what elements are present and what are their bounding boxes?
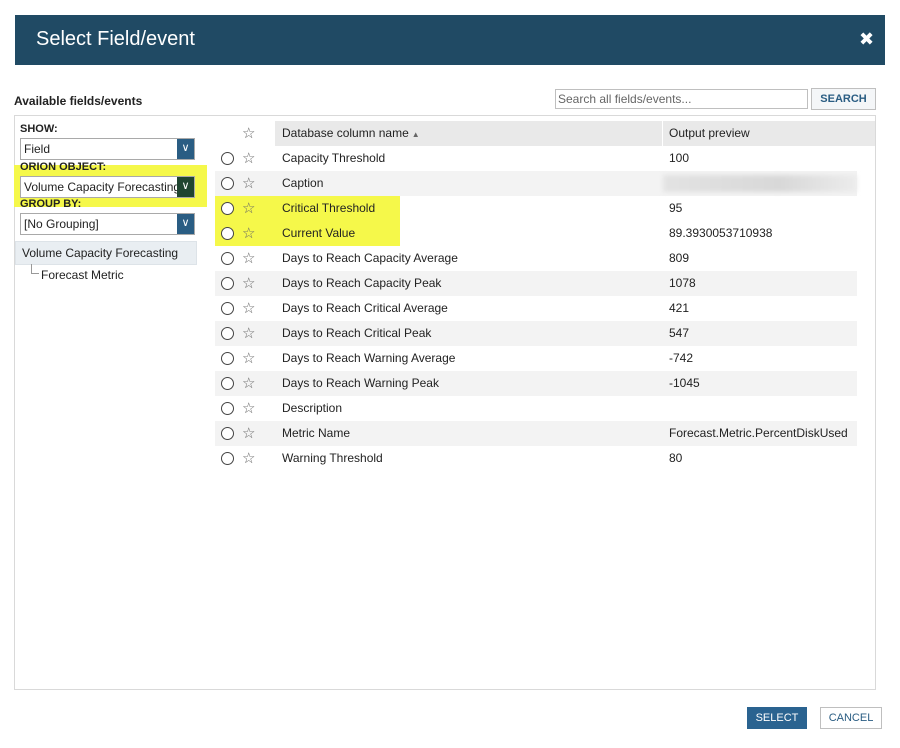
column-header-name-label: Database column name <box>282 126 409 140</box>
orion-object-select[interactable]: Volume Capacity Forecasting ∨ <box>20 176 195 198</box>
row-radio[interactable] <box>221 227 234 240</box>
row-radio[interactable] <box>221 277 234 290</box>
sort-ascending-icon: ▲ <box>411 130 420 139</box>
row-radio[interactable] <box>221 452 234 465</box>
star-icon[interactable]: ☆ <box>242 449 255 467</box>
row-radio[interactable] <box>221 252 234 265</box>
star-icon[interactable]: ☆ <box>242 174 255 192</box>
row-preview: Forecast.Metric.PercentDiskUsed <box>669 426 848 440</box>
star-icon[interactable]: ☆ <box>242 149 255 167</box>
row-preview: 89.3930053710938 <box>669 226 773 240</box>
row-name: Description <box>282 401 343 415</box>
select-button[interactable]: SELECT <box>747 707 807 729</box>
show-select[interactable]: Field ∨ <box>20 138 195 160</box>
show-select-value: Field <box>24 142 51 156</box>
tree-item-volume-capacity-forecasting[interactable]: Volume Capacity Forecasting <box>15 241 197 265</box>
row-name: Days to Reach Critical Peak <box>282 326 432 340</box>
row-radio[interactable] <box>221 177 234 190</box>
row-name: Days to Reach Warning Peak <box>282 376 439 390</box>
row-preview: -742 <box>669 351 694 365</box>
table-row[interactable]: ☆ Current Value 89.3930053710938 <box>215 221 857 246</box>
group-by-select-value: [No Grouping] <box>24 217 99 231</box>
chevron-down-icon: ∨ <box>177 214 194 234</box>
available-fields-label: Available fields/events <box>14 94 143 108</box>
row-radio[interactable] <box>221 202 234 215</box>
search-input[interactable] <box>555 89 808 109</box>
row-name: Critical Threshold <box>282 201 376 215</box>
chevron-down-icon: ∨ <box>177 177 194 197</box>
row-name: Caption <box>282 176 324 190</box>
star-icon[interactable]: ☆ <box>242 224 255 242</box>
row-name: Days to Reach Critical Average <box>282 301 448 315</box>
row-name: Metric Name <box>282 426 351 440</box>
table-row[interactable]: ☆ Days to Reach Warning Peak -1045 <box>215 371 857 396</box>
table-row[interactable]: ☆ Caption <box>215 171 857 196</box>
blurred-preview <box>663 175 857 192</box>
row-name: Warning Threshold <box>282 451 383 465</box>
row-preview: -1045 <box>669 376 700 390</box>
row-radio[interactable] <box>221 327 234 340</box>
table-row[interactable]: ☆ Metric Name Forecast.Metric.PercentDiskU… <box>215 421 857 446</box>
row-radio[interactable] <box>221 152 234 165</box>
star-icon[interactable]: ☆ <box>242 424 255 442</box>
row-preview: 547 <box>669 326 690 340</box>
row-preview: 421 <box>669 301 690 315</box>
orion-object-select-value: Volume Capacity Forecasting <box>24 180 181 194</box>
row-preview: 100 <box>669 151 690 165</box>
row-name: Capacity Threshold <box>282 151 386 165</box>
table-row[interactable]: ☆ Critical Threshold 95 <box>215 196 857 221</box>
table-row[interactable]: ☆ Days to Reach Critical Average 421 <box>215 296 857 321</box>
table-row[interactable]: ☆ Days to Reach Critical Peak 547 <box>215 321 857 346</box>
grid-header: ☆ Database column name ▲ Output preview <box>215 121 875 146</box>
row-name: Days to Reach Capacity Average <box>282 251 458 265</box>
table-row[interactable]: ☆ Days to Reach Warning Average -742 <box>215 346 857 371</box>
row-name: Days to Reach Warning Average <box>282 351 456 365</box>
table-row[interactable]: ☆ Days to Reach Capacity Peak 1078 <box>215 271 857 296</box>
star-icon[interactable]: ☆ <box>242 399 255 417</box>
orion-object-label: ORION OBJECT: <box>20 161 107 173</box>
table-row[interactable]: ☆ Capacity Threshold 100 <box>215 146 857 171</box>
row-radio[interactable] <box>221 377 234 390</box>
star-icon[interactable]: ☆ <box>242 374 255 392</box>
tree-item-forecast-metric[interactable]: Forecast Metric <box>41 268 124 282</box>
table-row[interactable]: ☆ Warning Threshold 80 <box>215 446 857 471</box>
column-header-preview: Output preview <box>663 121 875 146</box>
group-by-select[interactable]: [No Grouping] ∨ <box>20 213 195 235</box>
row-preview: 95 <box>669 201 683 215</box>
group-by-label: GROUP BY: <box>20 198 82 210</box>
star-icon[interactable]: ☆ <box>242 299 255 317</box>
column-header-name[interactable]: Database column name ▲ <box>275 121 662 146</box>
row-radio[interactable] <box>221 402 234 415</box>
star-icon[interactable]: ☆ <box>242 349 255 367</box>
table-row[interactable]: ☆ Days to Reach Capacity Average 809 <box>215 246 857 271</box>
row-preview: 1078 <box>669 276 696 290</box>
close-icon[interactable]: ✖ <box>859 30 874 48</box>
row-preview: 80 <box>669 451 683 465</box>
row-name: Days to Reach Capacity Peak <box>282 276 442 290</box>
star-icon[interactable]: ☆ <box>242 274 255 292</box>
star-icon[interactable]: ☆ <box>242 199 255 217</box>
row-radio[interactable] <box>221 352 234 365</box>
chevron-down-icon: ∨ <box>177 139 194 159</box>
tree-connector <box>31 264 39 274</box>
row-radio[interactable] <box>221 427 234 440</box>
star-icon[interactable]: ☆ <box>242 124 255 142</box>
row-radio[interactable] <box>221 302 234 315</box>
star-icon[interactable]: ☆ <box>242 324 255 342</box>
show-label: SHOW: <box>20 123 58 135</box>
cancel-button[interactable]: CANCEL <box>820 707 882 729</box>
row-name: Current Value <box>282 226 356 240</box>
star-icon[interactable]: ☆ <box>242 249 255 267</box>
row-preview: 809 <box>669 251 690 265</box>
table-row[interactable]: ☆ Description <box>215 396 857 421</box>
dialog-titlebar: Select Field/event ✖ <box>15 15 885 65</box>
dialog-title: Select Field/event <box>36 28 195 50</box>
search-button[interactable]: SEARCH <box>811 88 876 110</box>
